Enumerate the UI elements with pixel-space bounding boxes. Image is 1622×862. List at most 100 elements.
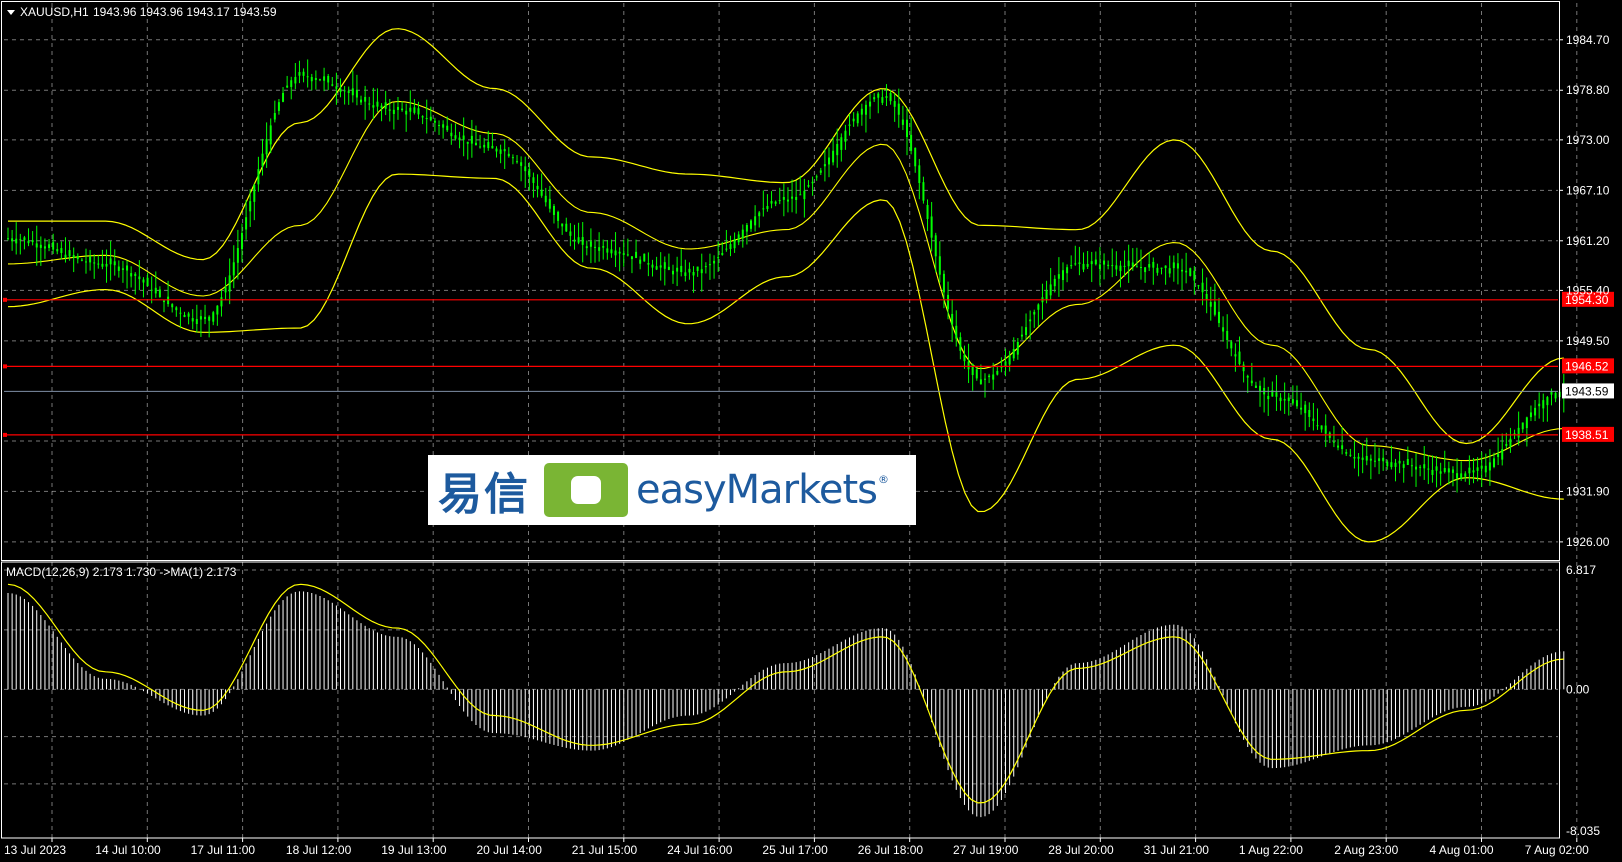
candle-body (458, 137, 461, 141)
candle-body (89, 256, 92, 263)
candle-body (663, 262, 666, 269)
candle-body (992, 374, 995, 380)
candle-body (762, 208, 765, 210)
candle-body (1373, 460, 1376, 462)
candle-body (1217, 311, 1220, 324)
candle-body (799, 194, 802, 196)
candle-body (417, 108, 420, 115)
candle-body (64, 254, 67, 259)
candle-body (1222, 327, 1225, 332)
candle-body (405, 110, 408, 115)
candle-body (758, 212, 761, 217)
candle-body (561, 223, 564, 227)
candle-body (1501, 449, 1504, 460)
candle-body (1172, 262, 1175, 269)
candle-body (544, 195, 547, 203)
candle-body (1415, 466, 1418, 470)
candle-body (43, 246, 46, 249)
candle-body (766, 206, 769, 209)
candle-body (725, 248, 728, 250)
candle-body (331, 84, 334, 86)
symbol-label: XAUUSD,H1 (20, 5, 89, 19)
candle-body (819, 170, 822, 173)
candle-body (811, 181, 814, 184)
candle-body (495, 148, 498, 152)
macd-panel (7, 583, 1565, 818)
candle-body (1176, 263, 1179, 269)
candle-body (963, 354, 966, 362)
candle-body (659, 265, 662, 268)
candle-body (1061, 270, 1064, 281)
candle-body (327, 75, 330, 83)
candle-body (290, 80, 293, 87)
candle-body (524, 166, 527, 172)
candle-body (1345, 452, 1348, 454)
candle-body (1488, 462, 1491, 471)
macd-tick-label: -8.035 (1566, 824, 1600, 838)
candle-body (1521, 422, 1524, 430)
candle-body (249, 201, 252, 212)
time-tick-label: 19 Jul 13:00 (381, 843, 447, 857)
candle-body (1308, 409, 1311, 417)
time-tick-label: 20 Jul 14:00 (477, 843, 543, 857)
macd-tick-label: 0.00 (1566, 682, 1590, 696)
candle-body (951, 313, 954, 325)
candle-body (286, 85, 289, 88)
candle-body (836, 143, 839, 156)
triangle-down-icon[interactable] (7, 10, 15, 15)
candle-body (442, 124, 445, 128)
candle-body (310, 76, 313, 82)
candle-body (409, 107, 412, 112)
candle-body (1349, 454, 1352, 456)
candle-body (23, 237, 26, 240)
price-tick-label: 1955.40 (1566, 283, 1610, 297)
candle-body (1497, 453, 1500, 458)
candle-body (585, 246, 588, 249)
candle-body (1115, 265, 1118, 270)
macd-label: MACD(12,26,9) 2.173 1.730 ->MA(1) 2.173 (6, 565, 237, 579)
candle-body (121, 268, 124, 270)
candle-body (1472, 470, 1475, 473)
candle-body (688, 268, 691, 273)
candle-body (413, 107, 416, 113)
level-label: 1938.51 (1565, 428, 1609, 442)
candle-body (438, 124, 441, 126)
candle-body (72, 255, 75, 258)
candle-body (1419, 466, 1422, 468)
candle-body (158, 289, 161, 298)
axes: 1984.70 1978.80 1973.00 1967.10 1961.20 1955.… (4, 33, 1610, 857)
candle-body (860, 108, 863, 115)
price-tick-label: 1978.80 (1566, 83, 1610, 97)
candle-body (901, 119, 904, 125)
candle-body (1324, 425, 1327, 434)
candle-body (1139, 267, 1142, 269)
candle-body (626, 254, 629, 256)
candle-body (314, 77, 317, 80)
candle-body (1029, 319, 1032, 322)
horizontal-levels[interactable]: 1954.301946.521938.511943.59 (3, 291, 1614, 442)
candle-body (1090, 261, 1093, 265)
candle-body (696, 266, 699, 271)
candle-body (651, 264, 654, 268)
candle-body (704, 266, 707, 268)
candle-body (1020, 334, 1023, 337)
candle-body (1057, 274, 1060, 279)
candle-body (84, 261, 87, 263)
candle-body (1337, 445, 1340, 448)
candle-body (1509, 438, 1512, 447)
candle-body (971, 364, 974, 376)
candle-body (1234, 354, 1237, 357)
candle-body (216, 305, 219, 315)
chart-canvas: 1954.301946.521938.511943.59 1984.701978… (1, 1, 1614, 857)
candle-body (1332, 441, 1335, 443)
candle-body (1480, 465, 1483, 469)
time-tick-label: 4 Aug 01:00 (1430, 843, 1494, 857)
candle-body (643, 253, 646, 262)
candle-body (1033, 311, 1036, 315)
candle-body (1148, 264, 1151, 268)
candle-body (897, 103, 900, 115)
candle-body (770, 201, 773, 204)
candle-body (257, 169, 260, 185)
candle-body (1098, 264, 1101, 270)
candle-body (1201, 282, 1204, 293)
